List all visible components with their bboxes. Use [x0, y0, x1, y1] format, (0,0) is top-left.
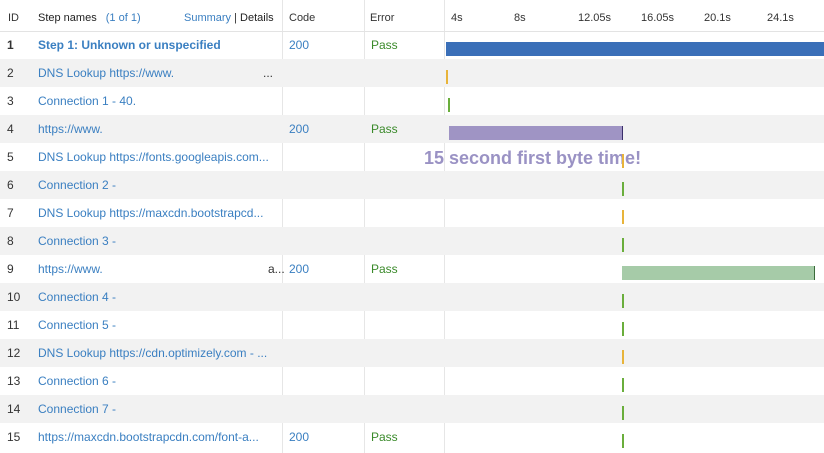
timeline-bar-step[interactable] — [446, 42, 824, 56]
row-id: 15 — [7, 430, 21, 444]
step-name-link[interactable]: Connection 4 - — [38, 290, 282, 304]
table-header: ID Step names (1 of 1) Summary | Details… — [0, 0, 824, 32]
timeline-bar-connect[interactable] — [621, 322, 624, 336]
step-count[interactable]: (1 of 1) — [106, 12, 141, 24]
code-column-header: Code — [289, 12, 316, 24]
time-axis-tick: 12.05s — [578, 12, 612, 24]
step-name-link[interactable]: DNS Lookup https://maxcdn.bootstrapcd... — [38, 206, 282, 220]
timeline-bar-dns[interactable] — [621, 350, 624, 364]
status-code: 200 — [289, 38, 310, 52]
row-id: 4 — [7, 122, 14, 136]
step-name-link[interactable]: https://www. — [38, 262, 282, 276]
step-names-header: Step names (1 of 1) — [38, 12, 141, 24]
row-id: 9 — [7, 262, 14, 276]
time-axis-tick: 8s — [514, 12, 526, 24]
timeline-bar-connect[interactable] — [621, 378, 624, 392]
waterfall-view: ID Step names (1 of 1) Summary | Details… — [0, 0, 824, 453]
step-name-link[interactable]: https://www. — [38, 122, 282, 136]
row-id: 6 — [7, 178, 14, 192]
timeline-bar-connect[interactable] — [621, 238, 624, 252]
time-axis-tick: 24.1s — [767, 12, 794, 24]
table-row[interactable]: 12 DNS Lookup https://cdn.optimizely.com … — [0, 339, 824, 367]
table-row[interactable]: 14 Connection 7 - — [0, 395, 824, 423]
id-column-header: ID — [8, 12, 19, 24]
step-name-link[interactable]: https://maxcdn.bootstrapcdn.com/font-a..… — [38, 430, 282, 444]
table-row[interactable]: 11 Connection 5 - — [0, 311, 824, 339]
step-name-link[interactable]: Connection 5 - — [38, 318, 282, 332]
row-id: 3 — [7, 94, 14, 108]
truncation-ellipsis: a... — [268, 262, 285, 276]
table-row[interactable]: 7 DNS Lookup https://maxcdn.bootstrapcd..… — [0, 199, 824, 227]
time-axis-tick: 4s — [451, 12, 463, 24]
table-row[interactable]: 4 https://www. 200 Pass — [0, 115, 824, 143]
step-name-link[interactable]: DNS Lookup https://cdn.optimizely.com - … — [38, 346, 282, 360]
row-id: 12 — [7, 346, 21, 360]
timeline-bar-dns[interactable] — [621, 210, 624, 224]
row-id: 14 — [7, 402, 21, 416]
timeline-bar-connect[interactable] — [621, 182, 624, 196]
table-row[interactable]: 2 DNS Lookup https://www.... — [0, 59, 824, 87]
error-status: Pass — [371, 122, 398, 136]
table-row[interactable]: 8 Connection 3 - — [0, 227, 824, 255]
view-toggle: Summary | Details — [184, 12, 274, 24]
step-name-link[interactable]: Step 1: Unknown or unspecified — [38, 38, 282, 52]
first-byte-annotation: 15 second first byte time! — [424, 148, 642, 168]
step-name-link[interactable]: DNS Lookup https://fonts.googleapis.com.… — [38, 150, 282, 164]
table-row[interactable]: 15 https://maxcdn.bootstrapcdn.com/font-a… — [0, 423, 824, 451]
time-axis-tick: 20.1s — [704, 12, 731, 24]
status-code: 200 — [289, 122, 310, 136]
step-name-link[interactable]: Connection 7 - — [38, 402, 282, 416]
step-name-link[interactable]: Connection 3 - — [38, 234, 282, 248]
timeline-bar-connect[interactable] — [621, 294, 624, 308]
summary-link[interactable]: Summary — [184, 12, 231, 24]
truncation-ellipsis: ... — [263, 66, 274, 80]
table-row[interactable]: 13 Connection 6 - — [0, 367, 824, 395]
timeline-bar-connect[interactable] — [447, 98, 450, 112]
timeline-bar-connect[interactable] — [621, 406, 624, 420]
timeline-bar-connect[interactable] — [621, 434, 624, 448]
step-name-link[interactable]: DNS Lookup https://www. — [38, 66, 282, 80]
step-name-link[interactable]: Connection 1 - 40. — [38, 94, 282, 108]
step-name-link[interactable]: Connection 6 - — [38, 374, 282, 388]
row-id: 7 — [7, 206, 14, 220]
view-separator: | — [234, 12, 237, 24]
timeline-bar-request_receive[interactable] — [621, 266, 815, 280]
row-id: 13 — [7, 374, 21, 388]
row-id: 11 — [7, 318, 20, 332]
error-column-header: Error — [370, 12, 395, 24]
timeline-bar-dns[interactable] — [621, 154, 624, 168]
step-name-link[interactable]: Connection 2 - — [38, 178, 282, 192]
table-row[interactable]: 5 DNS Lookup https://fonts.googleapis.com… — [0, 143, 824, 171]
status-code: 200 — [289, 262, 310, 276]
row-id: 10 — [7, 290, 21, 304]
timeline-bar-dns[interactable] — [446, 70, 448, 84]
row-id: 5 — [7, 150, 14, 164]
error-status: Pass — [371, 38, 398, 52]
time-axis-tick: 16.05s — [641, 12, 675, 24]
row-id: 8 — [7, 234, 14, 248]
error-status: Pass — [371, 430, 398, 444]
status-code: 200 — [289, 430, 310, 444]
table-row[interactable]: 10 Connection 4 - — [0, 283, 824, 311]
error-status: Pass — [371, 262, 398, 276]
table-row[interactable]: 6 Connection 2 - — [0, 171, 824, 199]
row-id: 1 — [7, 38, 14, 52]
table-row[interactable]: 3 Connection 1 - 40. — [0, 87, 824, 115]
step-names-label: Step names — [38, 12, 97, 24]
row-id: 2 — [7, 66, 14, 80]
details-link[interactable]: Details — [240, 12, 274, 24]
timeline-bar-request_wait[interactable] — [449, 126, 623, 140]
